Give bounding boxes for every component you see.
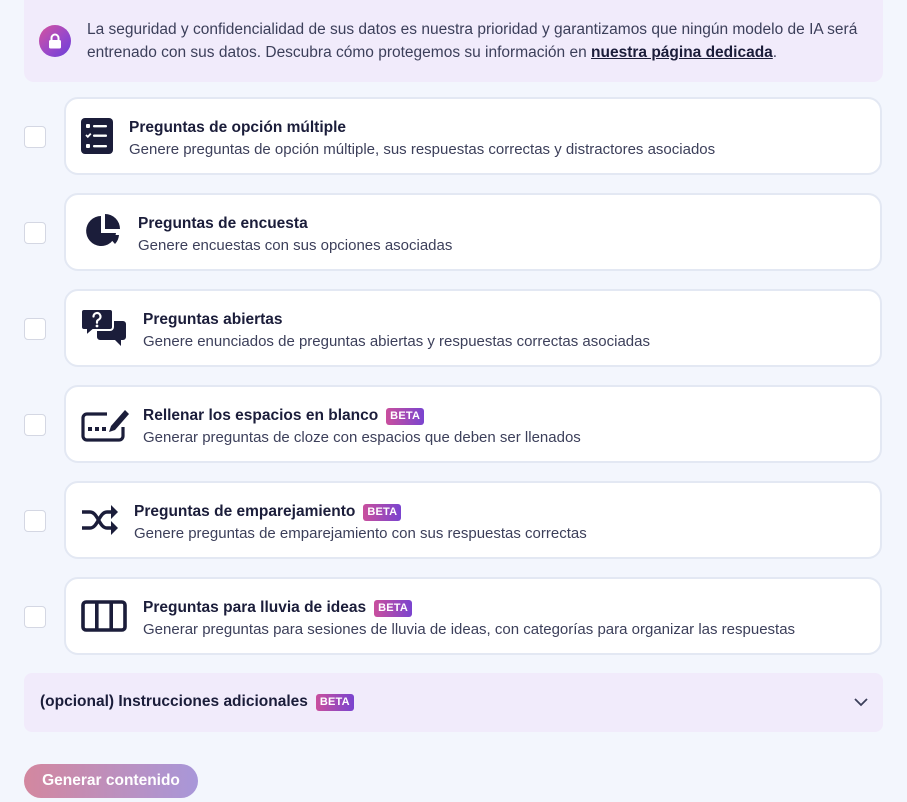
option-title-text: Preguntas de emparejamiento <box>134 503 356 520</box>
option-title-text: Preguntas de opción múltiple <box>129 119 347 136</box>
pie-chart-icon <box>84 195 122 269</box>
question-bubble-icon <box>81 291 127 365</box>
option-title-text: Preguntas de encuesta <box>138 215 308 232</box>
columns-icon <box>81 579 127 653</box>
option-description: Genere preguntas de opción múltiple, sus… <box>129 141 716 158</box>
option-card-brainstorm[interactable]: Preguntas para lluvia de ideas BETA Gener… <box>64 577 882 655</box>
chevron-down-icon[interactable] <box>853 694 869 715</box>
privacy-banner: La seguridad y confidencialidad de sus d… <box>24 0 883 82</box>
checkbox-fill-blanks[interactable] <box>24 414 46 436</box>
fill-blank-pen-icon <box>81 387 129 461</box>
shuffle-icon <box>81 483 119 557</box>
option-title-text: Preguntas abiertas <box>143 311 283 328</box>
option-title-text: Rellenar los espacios en blanco <box>143 407 379 424</box>
beta-badge: BETA <box>363 503 402 521</box>
additional-instructions-label: (opcional) Instrucciones adicionales BETA <box>40 693 354 711</box>
privacy-text: La seguridad y confidencialidad de sus d… <box>87 18 867 64</box>
option-description: Genere encuestas con sus opciones asocia… <box>138 237 453 254</box>
option-title: Preguntas de emparejamiento BETA <box>134 503 402 521</box>
option-title: Preguntas de opción múltiple <box>129 119 346 137</box>
option-description: Genere preguntas de emparejamiento con s… <box>134 525 587 542</box>
option-title: Rellenar los espacios en blanco BETA <box>143 407 425 425</box>
lock-icon <box>39 25 71 57</box>
generate-content-button[interactable]: Generar contenido <box>24 764 198 798</box>
option-title: Preguntas abiertas <box>143 311 283 329</box>
option-title: Preguntas de encuesta <box>138 215 308 233</box>
option-description: Generar preguntas de cloze con espacios … <box>143 429 581 446</box>
checkbox-multiple-choice[interactable] <box>24 126 46 148</box>
checkbox-brainstorm[interactable] <box>24 606 46 628</box>
option-description: Generar preguntas para sesiones de lluvi… <box>143 621 796 638</box>
privacy-text-after: . <box>772 44 778 61</box>
option-card-matching[interactable]: Preguntas de emparejamiento BETA Genere p… <box>64 481 882 559</box>
checkbox-matching[interactable] <box>24 510 46 532</box>
privacy-page-link[interactable]: nuestra página dedicada <box>591 44 773 61</box>
option-card-multiple-choice[interactable]: Preguntas de opción múltiple Genere preg… <box>64 97 882 175</box>
beta-badge: BETA <box>374 599 413 617</box>
option-description: Genere enunciados de preguntas abiertas … <box>143 333 650 350</box>
checkbox-open-questions[interactable] <box>24 318 46 340</box>
option-title: Preguntas para lluvia de ideas BETA <box>143 599 413 617</box>
checkbox-survey[interactable] <box>24 222 46 244</box>
beta-badge: BETA <box>386 407 425 425</box>
option-card-survey[interactable]: Preguntas de encuesta Genere encuestas c… <box>64 193 882 271</box>
list-icon <box>81 99 113 173</box>
option-card-open-questions[interactable]: Preguntas abiertas Genere enunciados de … <box>64 289 882 367</box>
option-card-fill-blanks[interactable]: Rellenar los espacios en blanco BETA Gene… <box>64 385 882 463</box>
beta-badge: BETA <box>315 693 354 711</box>
additional-instructions-text: (opcional) Instrucciones adicionales <box>40 693 308 710</box>
option-title-text: Preguntas para lluvia de ideas <box>143 599 367 616</box>
additional-instructions-accordion[interactable]: (opcional) Instrucciones adicionales BETA <box>24 673 883 732</box>
